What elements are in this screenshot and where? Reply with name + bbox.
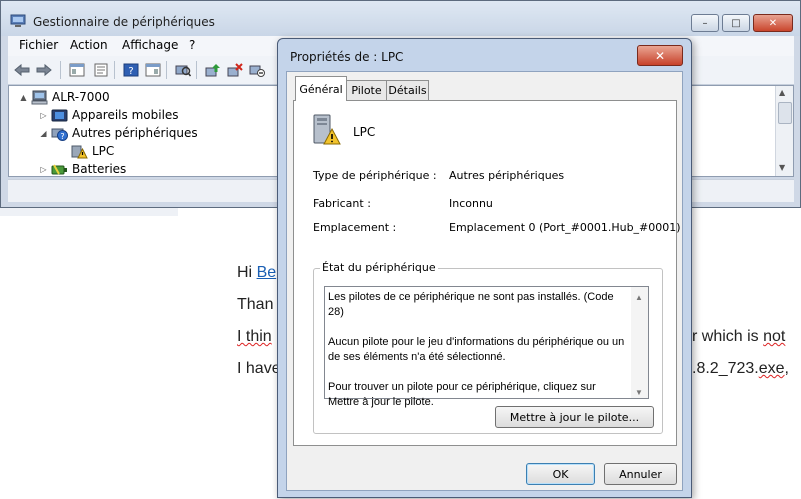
doc-text: exe	[758, 360, 785, 377]
scroll-down-arrow[interactable]: ▼	[635, 385, 643, 400]
update-driver-icon[interactable]	[204, 62, 221, 78]
general-tab-panel: LPC Type de périphérique : Autres périph…	[293, 100, 681, 446]
tab-details[interactable]: Détails	[386, 80, 429, 100]
expand-toggle[interactable]: ▷	[39, 111, 48, 120]
doc-line-4-right: .8.2_723.exe,	[692, 360, 789, 378]
back-arrow-icon[interactable]	[13, 62, 30, 78]
svg-text:?: ?	[60, 132, 64, 141]
doc-text: not	[763, 328, 786, 345]
scroll-down-arrow[interactable]: ▼	[779, 163, 785, 172]
tree-scrollbar[interactable]: ▲ ▼	[775, 86, 793, 176]
maker-value: Inconnu	[449, 197, 493, 210]
scan-hardware-icon[interactable]	[174, 62, 191, 78]
doc-line-3-right: r which is not	[692, 328, 785, 346]
tree-node-other-devices[interactable]: ◢ ? Autres périphériques	[39, 124, 198, 142]
device-warning-icon	[311, 113, 341, 150]
type-label: Type de périphérique :	[313, 169, 437, 182]
minimize-button[interactable]: –	[691, 14, 719, 32]
collapse-toggle[interactable]: ▲	[19, 93, 28, 102]
cancel-button[interactable]: Annuler	[604, 463, 677, 485]
location-value: Emplacement 0 (Port_#0001.Hub_#0001)	[449, 221, 681, 234]
menu-fichier[interactable]: Fichier	[19, 38, 58, 52]
doc-text: ,	[784, 360, 789, 377]
toolbar-separator	[60, 61, 61, 79]
tab-driver[interactable]: Pilote	[346, 80, 387, 100]
tab-general[interactable]: Général	[295, 76, 347, 101]
status-scrollbar[interactable]: ▲ ▼	[631, 287, 648, 398]
toolbar-separator	[166, 61, 167, 79]
scroll-up-arrow[interactable]: ▲	[779, 88, 785, 97]
status-text: Les pilotes de ce périphérique ne sont p…	[328, 290, 628, 425]
tree-node-lpc[interactable]: LPC	[71, 142, 114, 160]
tree-label: ALR-7000	[52, 90, 110, 104]
device-name: LPC	[353, 125, 376, 139]
maximize-button[interactable]: □	[722, 14, 750, 32]
doc-link[interactable]: Be	[257, 264, 277, 281]
svg-text:?: ?	[128, 66, 133, 77]
menu-action[interactable]: Action	[70, 38, 108, 52]
battery-icon	[51, 162, 68, 177]
tree-label: LPC	[92, 144, 115, 158]
collapse-toggle[interactable]: ◢	[39, 129, 48, 138]
forward-arrow-icon[interactable]	[35, 62, 52, 78]
toolbar-separator	[196, 61, 197, 79]
doc-text: I thin	[237, 328, 272, 345]
dialog-title: Propriétés de : LPC	[290, 50, 404, 64]
help-icon[interactable]: ?	[122, 62, 139, 78]
maker-label: Fabricant :	[313, 197, 371, 210]
menu-help[interactable]: ?	[189, 38, 195, 52]
uninstall-icon[interactable]	[226, 62, 243, 78]
doc-text: Hi	[237, 264, 257, 281]
scroll-up-arrow[interactable]: ▲	[635, 290, 643, 305]
dialog-close-button[interactable]: ✕	[637, 45, 683, 66]
doc-line-3-left: I thin	[237, 328, 272, 346]
document-top-edge	[0, 208, 178, 216]
disable-device-icon[interactable]	[248, 62, 265, 78]
scroll-thumb[interactable]	[778, 102, 792, 124]
update-driver-button[interactable]: Mettre à jour le pilote...	[495, 406, 654, 428]
status-group-title: État du périphérique	[320, 261, 438, 274]
menu-affichage[interactable]: Affichage	[122, 38, 178, 52]
device-manager-icon	[10, 14, 26, 28]
doc-text: r which is	[692, 328, 764, 345]
status-line: Aucun pilote pour le jeu d'informations …	[328, 336, 625, 363]
mobile-device-icon	[51, 108, 68, 123]
ok-button[interactable]: OK	[526, 463, 595, 485]
close-button[interactable]: ✕	[753, 14, 793, 32]
device-status-textbox[interactable]: Les pilotes de ce périphérique ne sont p…	[324, 286, 649, 408]
computer-icon	[31, 90, 48, 105]
console-tree-icon[interactable]	[68, 62, 85, 78]
warning-device-icon	[71, 144, 88, 159]
properties-view-icon[interactable]	[92, 62, 109, 78]
expand-toggle[interactable]: ▷	[39, 165, 48, 174]
tree-label: Appareils mobiles	[72, 108, 179, 122]
properties-dialog: Propriétés de : LPC ✕ Général Pilote Dét…	[277, 38, 692, 498]
title-bar[interactable]: Gestionnaire de périphériques – □ ✕	[1, 1, 800, 36]
tree-label: Batteries	[72, 162, 127, 176]
doc-line-1: Hi Be	[237, 264, 276, 282]
doc-line-2: Than	[237, 296, 274, 313]
window-title: Gestionnaire de périphériques	[33, 15, 215, 29]
dialog-body: Général Pilote Détails LPC Type de périp…	[286, 71, 683, 491]
tree-node-computer[interactable]: ▲ ALR-7000	[19, 88, 110, 106]
unknown-device-icon: ?	[51, 126, 68, 141]
type-value: Autres périphériques	[449, 169, 565, 182]
tree-node-batteries[interactable]: ▷ Batteries	[39, 160, 127, 177]
doc-line-4-left: I have	[237, 360, 281, 377]
doc-text: .8.2_723.	[692, 360, 759, 377]
tree-label: Autres périphériques	[72, 126, 198, 140]
show-hide-icon[interactable]	[144, 62, 161, 78]
tree-node-mobile[interactable]: ▷ Appareils mobiles	[39, 106, 179, 124]
device-status-group: État du périphérique Les pilotes de ce p…	[313, 261, 663, 434]
status-line: Les pilotes de ce périphérique ne sont p…	[328, 291, 614, 318]
location-label: Emplacement :	[313, 221, 397, 234]
toolbar-separator	[114, 61, 115, 79]
